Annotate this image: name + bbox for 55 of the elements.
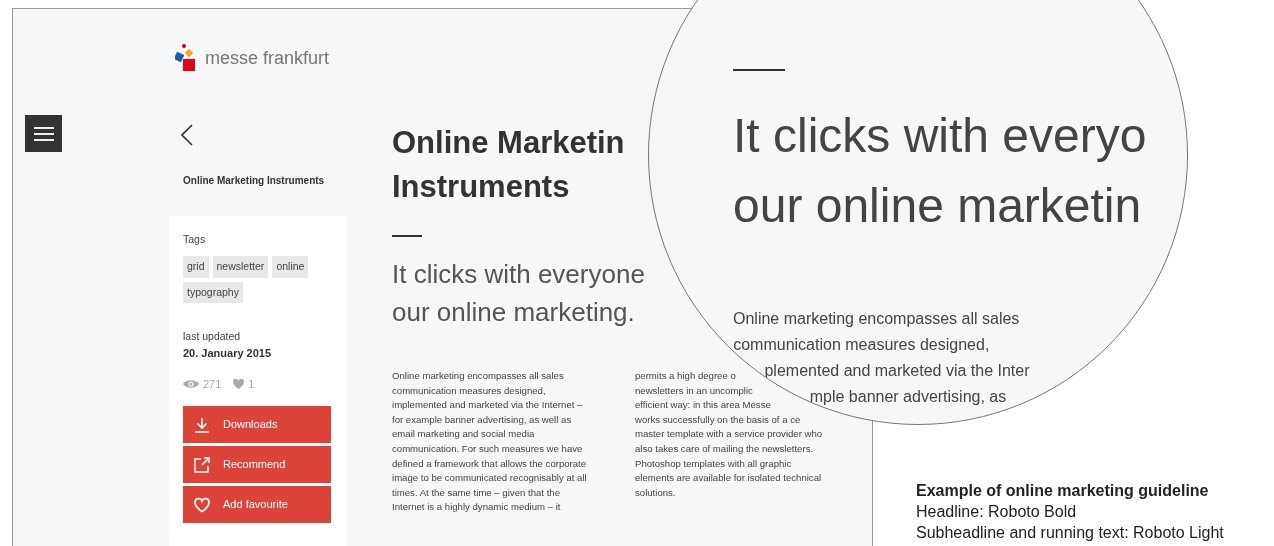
updated-date: 20. January 2015 (183, 346, 273, 361)
body-text-line: solutions. (635, 485, 676, 500)
action-button[interactable]: Downloads (183, 406, 331, 443)
magnified-body-text: plemented and marketed via the Inter (764, 361, 1030, 381)
body-text-line: newsletters in an uncomplic (635, 383, 753, 398)
body-text-line: communication measures designed, (392, 383, 546, 398)
like-count: 1 (248, 376, 255, 392)
headline: Instruments (392, 168, 570, 206)
back-icon (181, 124, 193, 146)
action-button[interactable]: Add favourite (183, 486, 331, 523)
logo-icon (175, 43, 197, 73)
logo-text: messe frankfurt (205, 46, 330, 70)
body-text-line: for example banner advertising, as well as (392, 412, 572, 427)
share-icon (193, 455, 211, 474)
magnified-body-text: mple banner advertising, as (809, 387, 1007, 407)
body-text-line: implemented and marketed via the Internet – (392, 398, 583, 413)
subheadline: our online marketing. (392, 296, 635, 329)
body-text-line: also takes care of mailing the newsletters. (635, 441, 814, 456)
tag-chip[interactable]: grid (183, 255, 209, 278)
body-text-line: works successfully on the basis of a ce (635, 412, 801, 427)
menu-button[interactable] (25, 115, 62, 152)
menu-icon (33, 125, 54, 142)
body-text-line: permits a high degree o (635, 369, 736, 383)
caption-line: Headline: Roboto Bold (916, 502, 1078, 522)
tags-label: Tags (183, 232, 207, 247)
caption-title: Example of online marketing guideline (916, 481, 1210, 501)
heart-icon (193, 495, 211, 514)
tag-chip[interactable]: newsletter (212, 255, 269, 278)
page-title: Online Marketing Instruments (183, 174, 326, 188)
body-text-line: Photoshop templates with all graphic (635, 456, 792, 471)
body-text-line: master template with a service provider who (635, 427, 823, 442)
magnified-subheadline: our online marketin (733, 178, 1142, 234)
body-text-line: email marketing and social media (392, 427, 535, 442)
body-text-line: elements are available for isolated technical (635, 471, 822, 486)
headline: Online Marketin (392, 124, 625, 162)
body-text-line: image to be communicated recognisably at all (392, 471, 587, 486)
updated-label: last updated (183, 329, 242, 345)
view-count: 271 (203, 376, 222, 392)
body-text-line: Online marketing encompasses all sales (392, 369, 564, 383)
subheadline: It clicks with everyone (392, 258, 645, 291)
caption-line: Subheadline and running text: Roboto Light (916, 523, 1224, 543)
body-text-line: times. At the same time – given that the (392, 485, 560, 500)
body-text-line: communication. For such measures we have (392, 441, 583, 456)
magnified-subheadline: It clicks with everyo (733, 108, 1147, 164)
heart-icon (233, 378, 245, 389)
action-button[interactable]: Recommend (183, 446, 331, 483)
body-text-line: defined a framework that allows the corporate (392, 456, 587, 471)
magnified-body-text: Online marketing encompasses all sales (733, 309, 1020, 329)
body-text-line: efficient way: in this area Messe (635, 398, 771, 413)
eye-icon (183, 378, 199, 389)
tag-chip[interactable]: online (272, 255, 309, 278)
magnified-body-text: communication measures designed, (733, 335, 990, 355)
download-icon (193, 415, 211, 434)
body-text-line: Internet is a highly dynamic medium – it (392, 500, 561, 515)
tag-chip[interactable]: typography (183, 281, 243, 304)
